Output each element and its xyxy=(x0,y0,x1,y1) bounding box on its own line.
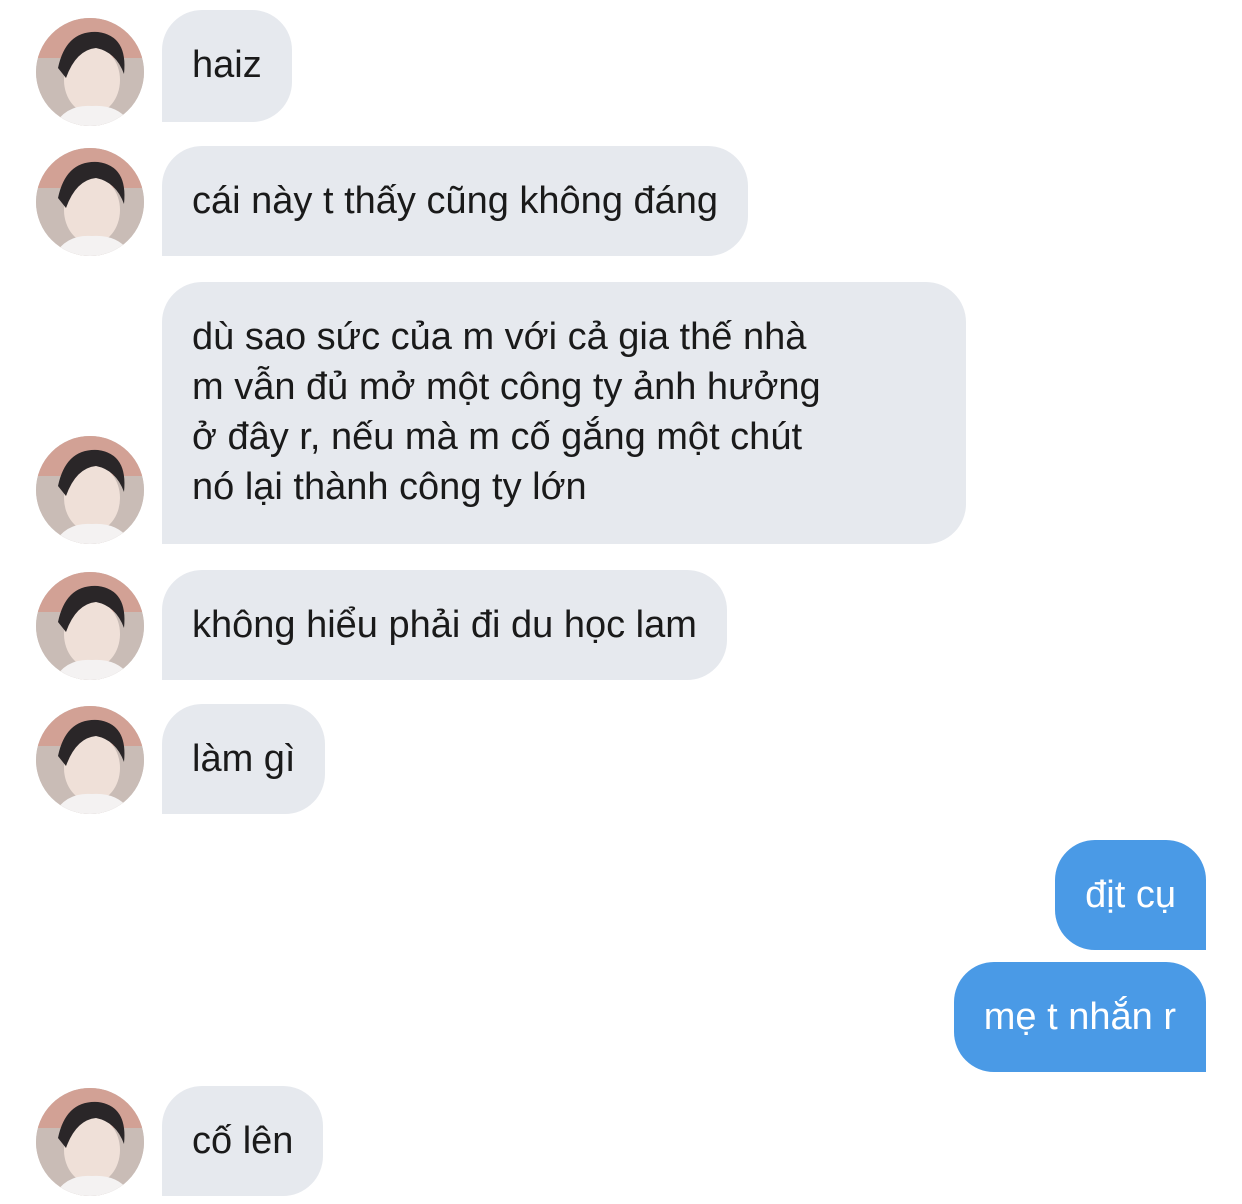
incoming-message-bubble[interactable]: haiz xyxy=(162,10,292,122)
message-row: cái này t thấy cũng không đáng xyxy=(0,146,1242,256)
outgoing-message-bubble[interactable]: địt cụ xyxy=(1055,840,1206,950)
user-avatar[interactable] xyxy=(36,436,144,544)
user-avatar[interactable] xyxy=(36,706,144,814)
incoming-message-bubble[interactable]: cái này t thấy cũng không đáng xyxy=(162,146,749,256)
incoming-message-bubble[interactable]: dù sao sức của m với cả gia thế nhà m vẫ… xyxy=(162,282,966,544)
message-row: địt cụ xyxy=(0,840,1242,950)
chat-thread[interactable]: haiz cái này t thấy cũng không đáng dù s… xyxy=(0,0,1242,1204)
message-row: dù sao sức của m với cả gia thế nhà m vẫ… xyxy=(0,282,1242,544)
incoming-message-bubble[interactable]: không hiểu phải đi du học lam xyxy=(162,570,727,680)
message-row: mẹ t nhắn r xyxy=(0,962,1242,1072)
incoming-message-bubble[interactable]: cố lên xyxy=(162,1086,324,1196)
user-avatar[interactable] xyxy=(36,1088,144,1196)
message-row: làm gì xyxy=(0,704,1242,814)
incoming-message-bubble[interactable]: làm gì xyxy=(162,704,326,814)
user-avatar[interactable] xyxy=(36,18,144,126)
user-avatar[interactable] xyxy=(36,148,144,256)
user-avatar[interactable] xyxy=(36,572,144,680)
message-row: haiz xyxy=(0,10,1242,126)
message-row: cố lên xyxy=(0,1086,1242,1196)
outgoing-message-bubble[interactable]: mẹ t nhắn r xyxy=(953,962,1206,1072)
message-row: không hiểu phải đi du học lam xyxy=(0,570,1242,680)
